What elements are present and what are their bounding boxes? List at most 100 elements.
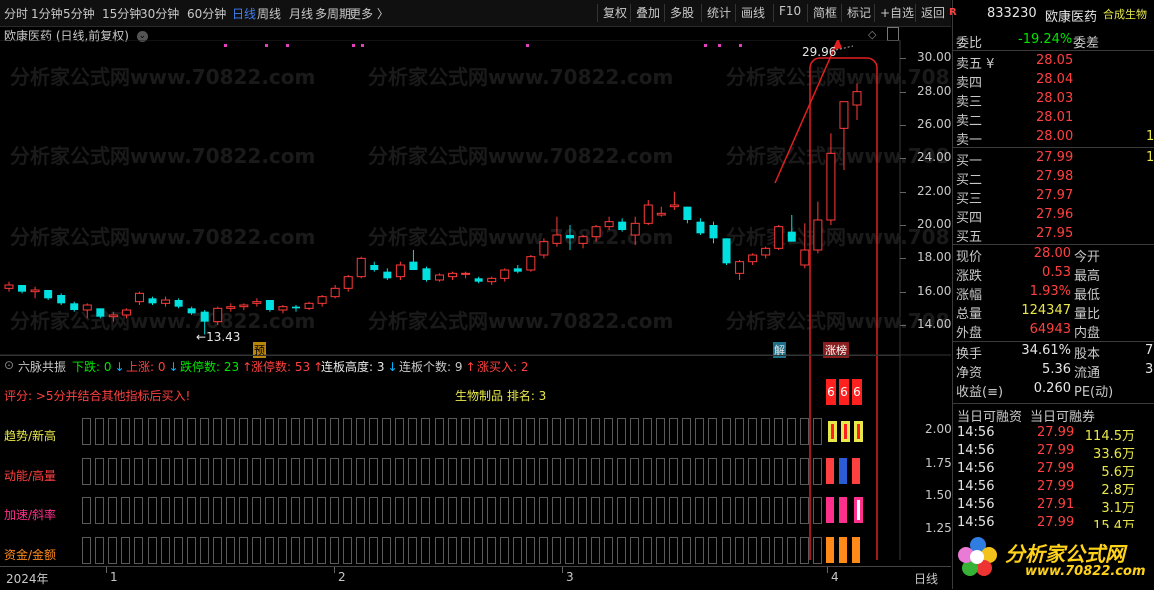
tick-mark xyxy=(900,58,906,60)
candle[interactable] xyxy=(761,246,771,259)
tool-button-1[interactable]: 叠加 xyxy=(634,4,662,21)
candle[interactable] xyxy=(722,238,731,265)
candle[interactable] xyxy=(57,293,66,305)
candle[interactable] xyxy=(696,218,705,235)
tool-button-3[interactable]: 统计 xyxy=(705,4,733,21)
candle[interactable] xyxy=(395,261,405,280)
level-price: 27.95 xyxy=(1036,226,1074,241)
candle[interactable] xyxy=(148,296,157,305)
watermark-text: 分析家公式网www.70822.com xyxy=(368,144,673,168)
candle[interactable] xyxy=(134,291,144,305)
tool-button-0[interactable]: 复权 xyxy=(601,4,629,21)
candle[interactable] xyxy=(356,256,366,279)
signal-cell xyxy=(695,497,705,524)
signal-cell xyxy=(643,537,653,564)
tool-button-7[interactable]: 标记 xyxy=(845,4,873,21)
tab-10[interactable]: 更多 〉 xyxy=(349,5,389,22)
buy-level[interactable]: 买二 27.98 xyxy=(953,169,1154,188)
candle[interactable] xyxy=(343,275,353,292)
candle[interactable] xyxy=(44,290,53,300)
down-arrow-icon: ↓ xyxy=(168,360,179,374)
tab-8[interactable]: 月线 xyxy=(289,5,313,22)
candle[interactable] xyxy=(539,238,549,259)
signal-cell xyxy=(238,537,248,564)
tool-button-6[interactable]: 简框 xyxy=(811,4,839,21)
collapse-icon[interactable]: ⊙ xyxy=(4,358,14,372)
buy-level[interactable]: 买一 27.99 1 xyxy=(953,150,1154,169)
stat-label: 涨幅 xyxy=(956,288,983,303)
tab-2[interactable]: 5分钟 xyxy=(63,5,95,22)
panel-toggle-icon[interactable] xyxy=(887,27,899,41)
tool-button-2[interactable]: 多股 xyxy=(668,4,696,21)
signal-cell xyxy=(682,497,692,524)
candle[interactable] xyxy=(252,298,262,307)
stat-value: 64943 xyxy=(1029,322,1071,337)
tool-button-5[interactable]: F10 xyxy=(777,4,803,18)
candle[interactable] xyxy=(474,276,483,284)
tab-6[interactable]: 日线 xyxy=(232,5,256,22)
margin-short[interactable]: 当日可融券 xyxy=(1030,406,1095,425)
tab-5[interactable]: 60分钟 xyxy=(187,5,226,22)
stat-value: 1.93% xyxy=(1029,284,1071,299)
candle[interactable] xyxy=(513,265,522,274)
candle[interactable] xyxy=(304,301,314,310)
indicator-name[interactable]: 六脉共振 xyxy=(18,358,66,375)
tab-4[interactable]: 30分钟 xyxy=(140,5,179,22)
candle[interactable] xyxy=(435,273,445,282)
signal-cell xyxy=(538,497,548,524)
tab-9[interactable]: 多周期 xyxy=(315,5,351,22)
candle[interactable] xyxy=(174,298,183,309)
buy-level[interactable]: 买五 27.95 xyxy=(953,226,1154,245)
candle[interactable] xyxy=(500,268,510,282)
candle[interactable] xyxy=(709,221,718,244)
candle[interactable] xyxy=(669,191,679,210)
tool-button-9[interactable]: 返回 xyxy=(919,4,947,21)
signal-block xyxy=(825,458,834,484)
level-label: 买四 xyxy=(956,211,983,226)
candle[interactable] xyxy=(422,266,431,282)
tick-price: 27.99 xyxy=(1037,425,1075,440)
candle[interactable] xyxy=(448,271,458,280)
buy-level[interactable]: 买三 27.97 xyxy=(953,188,1154,207)
tab-0[interactable]: 分时 xyxy=(4,5,28,22)
signal-cell xyxy=(199,497,209,524)
candle[interactable] xyxy=(735,260,745,280)
candle[interactable] xyxy=(618,218,627,232)
candle[interactable] xyxy=(370,261,379,272)
tab-1[interactable]: 1分钟 xyxy=(31,5,63,22)
tab-7[interactable]: 周线 xyxy=(257,5,281,22)
candle[interactable] xyxy=(656,206,666,217)
candle[interactable] xyxy=(18,285,27,294)
candle[interactable] xyxy=(317,295,327,307)
candle[interactable] xyxy=(4,281,14,292)
candle[interactable] xyxy=(383,268,392,280)
candle[interactable] xyxy=(461,271,471,279)
sell-level[interactable]: 卖二 28.01 xyxy=(953,110,1154,129)
signal-cell xyxy=(473,458,483,485)
candle[interactable] xyxy=(813,201,823,254)
concept-tag[interactable]: 合成生物 xyxy=(1103,6,1147,22)
tool-button-8[interactable]: +自选 xyxy=(878,4,916,21)
tool-button-4[interactable]: 画线 xyxy=(739,4,767,21)
signal-cell xyxy=(199,458,209,485)
candle[interactable] xyxy=(330,285,340,299)
tab-3[interactable]: 15分钟 xyxy=(102,5,141,22)
candle[interactable] xyxy=(748,253,758,265)
sell-level[interactable]: 卖五 ¥ 28.05 xyxy=(953,53,1154,72)
candle[interactable] xyxy=(526,255,536,272)
level-label: 买三 xyxy=(956,192,983,207)
candle[interactable] xyxy=(265,300,274,312)
candle[interactable] xyxy=(30,286,40,299)
candle[interactable] xyxy=(161,296,171,307)
sell-level[interactable]: 卖三 28.03 xyxy=(953,91,1154,110)
candle[interactable] xyxy=(643,200,653,225)
candle[interactable] xyxy=(774,225,784,250)
candle[interactable] xyxy=(487,276,497,285)
margin-finance[interactable]: 当日可融资 xyxy=(957,406,1022,425)
sell-level[interactable]: 卖一 28.00 1 xyxy=(953,129,1154,148)
candle[interactable] xyxy=(683,206,692,224)
period-label[interactable]: 日线 xyxy=(914,570,938,587)
buy-level[interactable]: 买四 27.96 xyxy=(953,207,1154,226)
sell-level[interactable]: 卖四 28.04 xyxy=(953,72,1154,91)
candle[interactable] xyxy=(409,250,418,270)
